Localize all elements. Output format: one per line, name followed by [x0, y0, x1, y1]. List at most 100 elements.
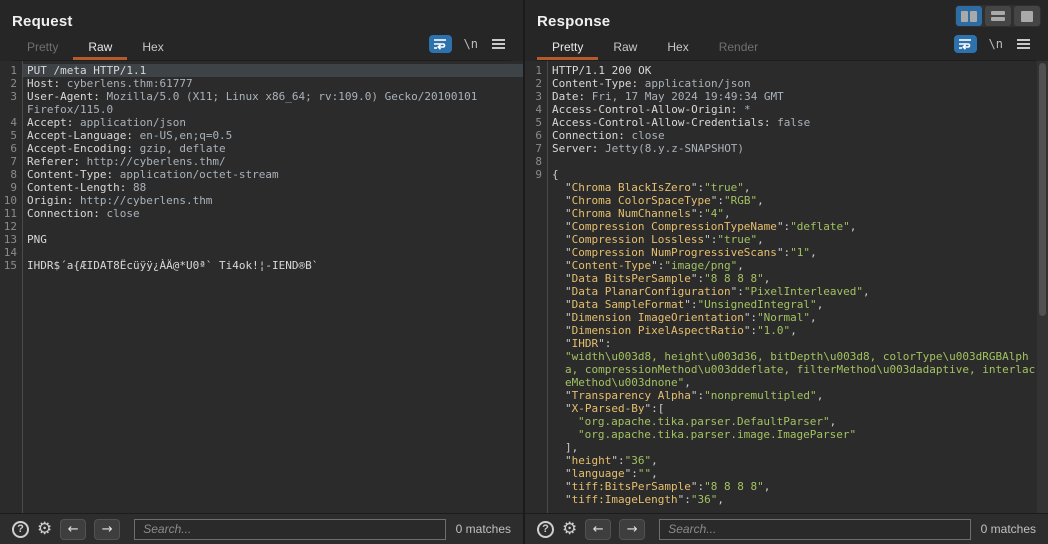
word-wrap-toggle[interactable]	[954, 35, 977, 53]
code-line[interactable]: 10Origin: http://cyberlens.thm	[0, 194, 523, 207]
response-tabs: PrettyRawHexRender	[537, 34, 773, 60]
code-line[interactable]: 6Connection: close	[525, 129, 1048, 142]
request-editor[interactable]: 1PUT /meta HTTP/1.12Host: cyberlens.thm:…	[0, 61, 523, 513]
request-search-input[interactable]	[134, 519, 446, 540]
vertical-scrollbar[interactable]	[1037, 61, 1048, 513]
code-line[interactable]: "X-Parsed-By":[	[525, 402, 1048, 415]
line-number: 2	[0, 77, 22, 90]
code-line[interactable]: "Dimension PixelAspectRatio":"1.0",	[525, 324, 1048, 337]
tab-hex[interactable]: Hex	[127, 34, 178, 60]
response-editor[interactable]: 1HTTP/1.1 200 OK2Content-Type: applicati…	[525, 61, 1048, 513]
help-icon[interactable]: ?	[12, 521, 29, 538]
previous-match-button[interactable]: ←	[60, 519, 86, 540]
word-wrap-toggle[interactable]	[429, 35, 452, 53]
code-line[interactable]: "Dimension ImageOrientation":"Normal",	[525, 311, 1048, 324]
code-segment: Access-Control-Allow-Origin:	[552, 103, 737, 116]
code-line[interactable]: 1HTTP/1.1 200 OK	[525, 64, 1048, 77]
code-line[interactable]: "Chroma NumChannels":"4",	[525, 207, 1048, 220]
code-line[interactable]: "Chroma ColorSpaceType":"RGB",	[525, 194, 1048, 207]
code-segment: "	[565, 259, 572, 272]
line-number	[525, 441, 547, 454]
tab-pretty[interactable]: Pretty	[537, 34, 598, 60]
line-number: 5	[0, 129, 22, 142]
code-line[interactable]: 1PUT /meta HTTP/1.1	[0, 64, 523, 77]
code-segment: ,	[757, 194, 764, 207]
code-line[interactable]: 3User-Agent: Mozilla/5.0 (X11; Linux x86…	[0, 90, 523, 116]
code-line[interactable]: "org.apache.tika.parser.image.ImageParse…	[525, 428, 1048, 441]
code-line[interactable]: "tiff:ImageLength":"36",	[525, 493, 1048, 506]
response-search-input[interactable]	[659, 519, 971, 540]
code-text: Accept: application/json	[22, 116, 523, 129]
show-newlines-toggle[interactable]: \n	[989, 37, 1003, 51]
previous-match-button[interactable]: ←	[585, 519, 611, 540]
code-segment: User-Agent:	[27, 90, 100, 103]
search-settings-gear-icon[interactable]: ⚙	[562, 521, 577, 538]
code-line[interactable]: 5Access-Control-Allow-Credentials: false	[525, 116, 1048, 129]
show-newlines-toggle[interactable]: \n	[464, 37, 478, 51]
code-line[interactable]: "Transparency Alpha":"nonpremultipled",	[525, 389, 1048, 402]
code-line[interactable]: 3Date: Fri, 17 May 2024 19:49:34 GMT	[525, 90, 1048, 103]
code-text: Server: Jetty(8.y.z-SNAPSHOT)	[547, 142, 1036, 155]
code-line[interactable]: "Data PlanarConfiguration":"PixelInterle…	[525, 285, 1048, 298]
code-line[interactable]: "tiff:BitsPerSample":"8 8 8 8",	[525, 480, 1048, 493]
next-match-button[interactable]: →	[619, 519, 645, 540]
code-line[interactable]: 4Accept: application/json	[0, 116, 523, 129]
code-segment: tiff:ImageLength	[572, 493, 678, 506]
code-line[interactable]: 2Host: cyberlens.thm:61777	[0, 77, 523, 90]
code-line[interactable]: "IHDR":	[525, 337, 1048, 350]
editor-menu-icon[interactable]	[492, 43, 505, 45]
next-match-button[interactable]: →	[94, 519, 120, 540]
code-segment: Server:	[552, 142, 598, 155]
code-line[interactable]: 8Content-Type: application/octet-stream	[0, 168, 523, 181]
line-number: 11	[0, 207, 22, 220]
code-line[interactable]: 13PNG	[0, 233, 523, 246]
code-line[interactable]: 11Connection: close	[0, 207, 523, 220]
code-line[interactable]: 4Access-Control-Allow-Origin: *	[525, 103, 1048, 116]
code-line[interactable]: 6Accept-Encoding: gzip, deflate	[0, 142, 523, 155]
code-line[interactable]: 9Content-Length: 88	[0, 181, 523, 194]
line-number: 8	[525, 155, 547, 168]
split-rows-button[interactable]	[985, 6, 1011, 26]
code-line[interactable]: ],	[525, 441, 1048, 454]
code-line[interactable]: "width\u003d8, height\u003d36, bitDepth\…	[525, 350, 1048, 389]
code-segment: Chroma NumChannels	[572, 207, 691, 220]
code-line[interactable]: 5Accept-Language: en-US,en;q=0.5	[0, 129, 523, 142]
help-icon[interactable]: ?	[537, 521, 554, 538]
tab-raw[interactable]: Raw	[598, 34, 652, 60]
code-line[interactable]: "Compression CompressionTypeName":"defla…	[525, 220, 1048, 233]
code-line[interactable]: "height":"36",	[525, 454, 1048, 467]
code-segment: ":	[691, 207, 704, 220]
code-line[interactable]: 9{	[525, 168, 1048, 181]
search-settings-gear-icon[interactable]: ⚙	[37, 521, 52, 538]
code-segment: "	[565, 454, 572, 467]
view-layout-controls	[955, 5, 1041, 27]
tab-hex[interactable]: Hex	[652, 34, 703, 60]
code-segment: ":	[777, 246, 790, 259]
scrollbar-thumb[interactable]	[1039, 63, 1046, 316]
line-number	[525, 194, 547, 207]
editor-menu-icon[interactable]	[1017, 43, 1030, 45]
line-number	[525, 246, 547, 259]
split-columns-button[interactable]	[956, 6, 982, 26]
code-line[interactable]: 7Server: Jetty(8.y.z-SNAPSHOT)	[525, 142, 1048, 155]
code-line[interactable]: "Data SampleFormat":"UnsignedIntegral",	[525, 298, 1048, 311]
code-segment: *	[737, 103, 750, 116]
code-line[interactable]: "Chroma BlackIsZero":"true",	[525, 181, 1048, 194]
code-line[interactable]: "org.apache.tika.parser.DefaultParser",	[525, 415, 1048, 428]
line-number: 6	[0, 142, 22, 155]
code-line[interactable]: "Data BitsPerSample":"8 8 8 8",	[525, 272, 1048, 285]
code-line[interactable]: 12	[0, 220, 523, 233]
code-line[interactable]: "Compression Lossless":"true",	[525, 233, 1048, 246]
code-line[interactable]: 8	[525, 155, 1048, 168]
single-panel-button[interactable]	[1014, 6, 1040, 26]
code-line[interactable]: 14	[0, 246, 523, 259]
code-line[interactable]: "language":"",	[525, 467, 1048, 480]
code-line[interactable]: 2Content-Type: application/json	[525, 77, 1048, 90]
tab-raw[interactable]: Raw	[73, 34, 127, 60]
code-line[interactable]: 15IHDR$´a{ÆIDAT8Ëcüÿÿ¿ÀÄ@*U0ª` Ti4ok!¦-I…	[0, 259, 523, 272]
code-segment: Fri, 17 May 2024 19:49:34 GMT	[585, 90, 784, 103]
word-wrap-icon	[433, 38, 447, 50]
code-line[interactable]: 7Referer: http://cyberlens.thm/	[0, 155, 523, 168]
code-line[interactable]: "Compression NumProgressiveScans":"1",	[525, 246, 1048, 259]
code-line[interactable]: "Content-Type":"image/png",	[525, 259, 1048, 272]
